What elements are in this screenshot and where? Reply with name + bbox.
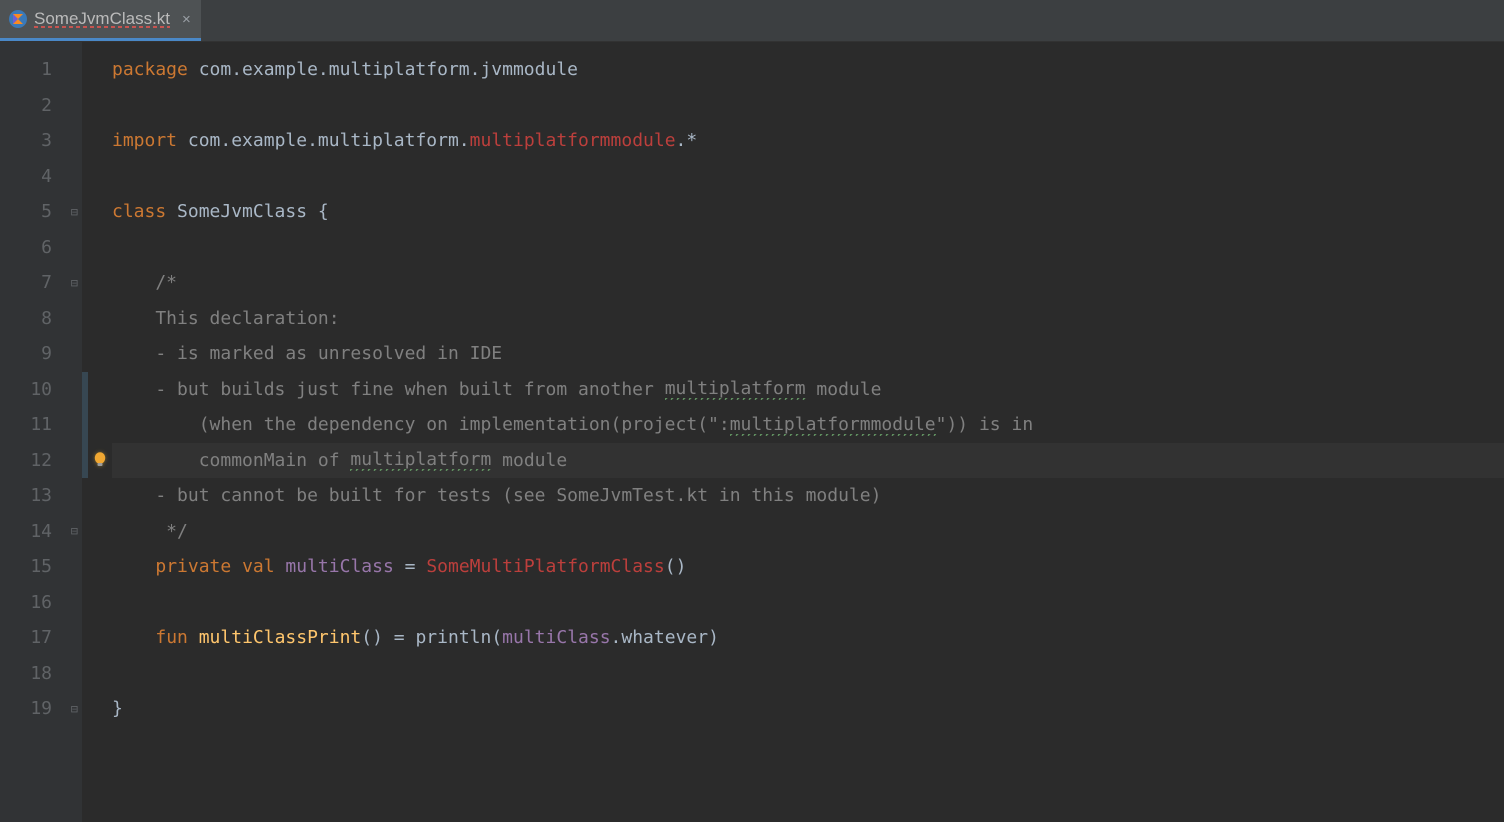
line-number: 18 [0,656,82,692]
line-number: 9 [0,336,82,372]
line-number: 2 [0,88,82,124]
gutter-icon-strip [88,42,112,822]
line-number: 19⊟ [0,691,82,727]
line-number: 12 [0,443,82,479]
line-number: 10 [0,372,82,408]
line-number: 13 [0,478,82,514]
fold-icon[interactable]: ⊟ [71,524,78,538]
tab-filename: SomeJvmClass.kt [34,9,170,29]
line-number: 4 [0,159,82,195]
line-number: 7⊟ [0,265,82,301]
line-number: 16 [0,585,82,621]
editor-area: 1 2 3 4 5⊟ 6 7⊟ 8 9 10 11 12 13 14⊟ 15 1… [0,42,1504,822]
line-number: 5⊟ [0,194,82,230]
intention-bulb-icon[interactable] [88,443,112,479]
line-number: 6 [0,230,82,266]
line-number: 3 [0,123,82,159]
editor-tab[interactable]: SomeJvmClass.kt × [0,0,201,41]
fold-icon[interactable]: ⊟ [71,276,78,290]
line-number: 11 [0,407,82,443]
kotlin-file-icon [8,9,28,29]
tab-bar: SomeJvmClass.kt × [0,0,1504,42]
line-number: 14⊟ [0,514,82,550]
code-editor[interactable]: package com.example.multiplatform.jvmmod… [112,42,1504,822]
line-number: 1 [0,52,82,88]
line-number: 8 [0,301,82,337]
close-tab-icon[interactable]: × [182,11,191,28]
fold-icon[interactable]: ⊟ [71,702,78,716]
current-line: commonMain of multiplatform module [112,443,1504,479]
line-number: 17 [0,620,82,656]
line-number: 15 [0,549,82,585]
fold-icon[interactable]: ⊟ [71,205,78,219]
line-number-gutter: 1 2 3 4 5⊟ 6 7⊟ 8 9 10 11 12 13 14⊟ 15 1… [0,42,82,822]
